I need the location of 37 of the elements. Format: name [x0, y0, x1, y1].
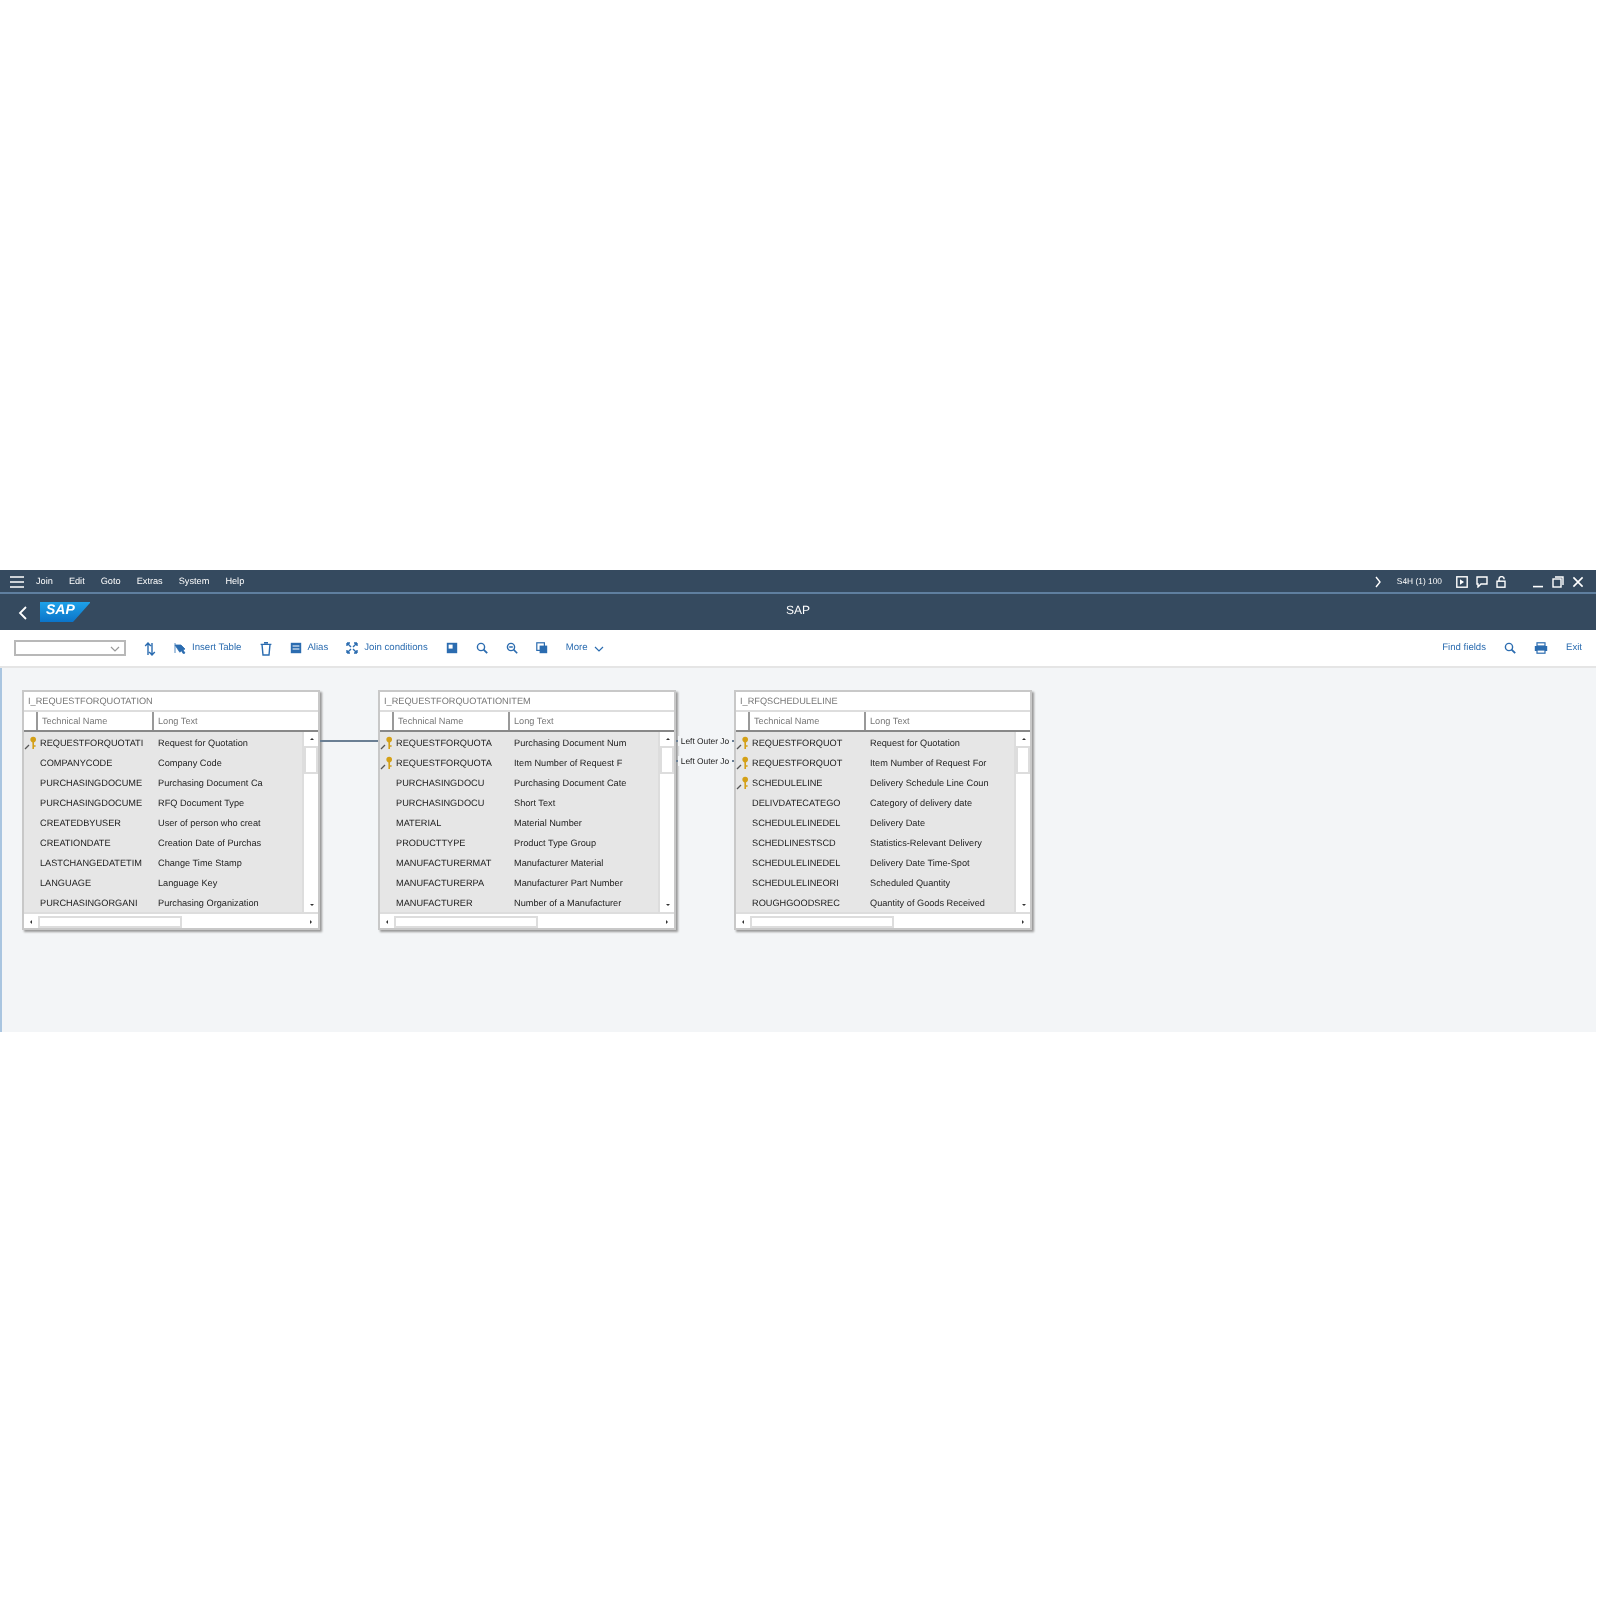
caret-icon	[110, 645, 120, 651]
horizontal-scrollbar[interactable]	[380, 912, 674, 928]
list-icon	[289, 642, 302, 654]
search-icon[interactable]	[1504, 642, 1516, 654]
copy-icon[interactable]	[535, 642, 548, 654]
delete-icon[interactable]	[259, 641, 272, 655]
print-icon[interactable]	[1534, 642, 1548, 654]
vertical-scrollbar[interactable]	[658, 732, 674, 912]
play-icon[interactable]	[1456, 575, 1468, 587]
caret-icon	[593, 645, 604, 651]
key-icon	[24, 735, 38, 749]
lock-icon[interactable]	[1496, 575, 1508, 587]
sort-icon[interactable]	[144, 641, 156, 655]
table-card[interactable]	[378, 690, 676, 930]
table-cursor-icon	[174, 642, 186, 654]
chevron-right-icon[interactable]	[1374, 575, 1383, 587]
restore-icon[interactable]	[1552, 575, 1564, 587]
key-icon	[380, 735, 394, 749]
back-icon[interactable]	[18, 605, 28, 619]
key-icon	[736, 735, 750, 749]
vertical-scrollbar[interactable]	[1014, 732, 1030, 912]
key-icon	[736, 775, 750, 789]
zoom-out-icon[interactable]	[505, 642, 518, 654]
horizontal-scrollbar[interactable]	[24, 912, 318, 928]
horizontal-scrollbar[interactable]	[736, 912, 1030, 928]
key-icon	[736, 755, 750, 769]
zoom-in-icon[interactable]	[475, 642, 488, 654]
join-line[interactable]	[320, 739, 378, 741]
menu-icon[interactable]	[10, 575, 24, 587]
layout-icon[interactable]	[445, 642, 458, 654]
table-card[interactable]	[734, 690, 1032, 930]
vertical-scrollbar[interactable]	[302, 732, 318, 912]
chat-icon[interactable]	[1476, 575, 1488, 587]
table-card[interactable]	[22, 690, 320, 930]
expand-icon	[346, 642, 359, 654]
key-icon	[380, 755, 394, 769]
close-icon[interactable]	[1572, 575, 1584, 587]
